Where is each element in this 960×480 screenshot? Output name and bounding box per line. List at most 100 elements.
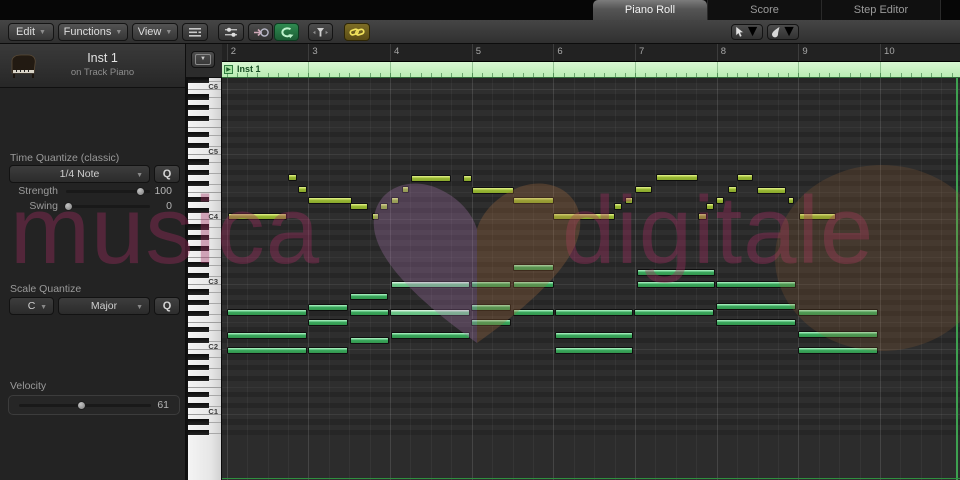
midi-note[interactable] <box>390 309 470 316</box>
midi-note[interactable] <box>513 264 554 271</box>
midi-note[interactable] <box>391 281 470 288</box>
black-key[interactable] <box>188 392 209 398</box>
black-key[interactable] <box>188 289 209 295</box>
black-key[interactable] <box>188 207 209 214</box>
midi-note[interactable] <box>716 303 796 310</box>
black-key[interactable] <box>188 169 209 176</box>
midi-note[interactable] <box>728 186 737 193</box>
brush-tool-button[interactable]: ▼ <box>767 23 799 40</box>
midi-note[interactable] <box>637 281 715 288</box>
swing-slider-thumb[interactable] <box>63 202 73 211</box>
black-key[interactable] <box>188 310 209 317</box>
pointer-tool-button[interactable]: ▼ <box>731 23 763 40</box>
functions-menu-button[interactable]: Functions ▼ <box>58 23 128 41</box>
black-key[interactable] <box>188 272 209 279</box>
black-key[interactable] <box>188 299 209 306</box>
piano-keyboard[interactable]: C1 C2 C3 C4 C5 C6 <box>186 78 222 480</box>
midi-note[interactable] <box>288 174 297 181</box>
midi-note[interactable] <box>402 186 409 193</box>
midi-note[interactable] <box>798 347 878 354</box>
tab-score[interactable]: Score <box>707 0 821 20</box>
note-grid[interactable] <box>222 78 960 480</box>
black-key[interactable] <box>188 429 209 436</box>
black-key[interactable] <box>188 262 209 268</box>
view-menu-button[interactable]: View ▼ <box>132 23 178 41</box>
black-key[interactable] <box>188 419 209 425</box>
black-key[interactable] <box>188 375 209 382</box>
black-key[interactable] <box>188 337 209 344</box>
black-key[interactable] <box>188 402 209 409</box>
velocity-slider[interactable] <box>19 401 151 410</box>
midi-note[interactable] <box>380 203 388 210</box>
black-key[interactable] <box>188 327 209 333</box>
midi-note[interactable] <box>656 174 698 181</box>
midi-filter-button[interactable] <box>308 23 333 41</box>
midi-note[interactable] <box>625 197 633 204</box>
midi-note[interactable] <box>350 293 388 300</box>
time-quantize-apply-button[interactable]: Q <box>154 165 180 183</box>
midi-note[interactable] <box>757 187 786 194</box>
scale-mode-dropdown[interactable]: Major ▼ <box>58 297 150 315</box>
midi-note[interactable] <box>614 203 622 210</box>
midi-note[interactable] <box>471 281 511 288</box>
black-key[interactable] <box>188 115 209 122</box>
catch-playhead-button[interactable] <box>274 23 299 41</box>
midi-note[interactable] <box>553 213 615 220</box>
black-key[interactable] <box>188 159 209 165</box>
black-key[interactable] <box>188 94 209 100</box>
midi-note[interactable] <box>799 213 836 220</box>
bar-ruler[interactable]: 2 3 4 5 6 7 8 9 10 <box>222 44 960 62</box>
midi-note[interactable] <box>635 186 652 193</box>
midi-note[interactable] <box>513 197 554 204</box>
midi-note[interactable] <box>372 213 379 220</box>
midi-note[interactable] <box>463 175 472 182</box>
midi-note[interactable] <box>308 319 348 326</box>
time-quantize-dropdown[interactable]: 1/4 Note ▼ <box>9 165 150 183</box>
midi-note[interactable] <box>308 304 348 311</box>
midi-region-lane[interactable]: ▶ Inst 1 <box>222 62 960 78</box>
black-key[interactable] <box>188 104 209 111</box>
midi-note[interactable] <box>513 281 554 288</box>
strength-slider[interactable] <box>66 187 150 196</box>
midi-note[interactable] <box>471 304 511 311</box>
tab-step-editor[interactable]: Step Editor <box>821 0 941 20</box>
black-key[interactable] <box>188 234 209 241</box>
velocity-slider-thumb[interactable] <box>77 401 87 410</box>
black-key[interactable] <box>188 224 209 230</box>
midi-note[interactable] <box>716 197 724 204</box>
black-key[interactable] <box>188 354 209 360</box>
midi-note[interactable] <box>472 187 514 194</box>
tab-piano-roll[interactable]: Piano Roll <box>593 0 707 20</box>
midi-note[interactable] <box>716 281 796 288</box>
midi-note[interactable] <box>798 331 878 338</box>
midi-note[interactable] <box>471 319 511 326</box>
view-options-button[interactable]: ▼ <box>191 51 215 68</box>
midi-note[interactable] <box>227 347 307 354</box>
midi-note[interactable] <box>513 309 554 316</box>
midi-note[interactable] <box>698 213 707 220</box>
black-key[interactable] <box>188 180 209 187</box>
midi-note[interactable] <box>788 197 794 204</box>
swing-slider[interactable] <box>63 202 150 211</box>
midi-note[interactable] <box>555 332 633 339</box>
midi-note[interactable] <box>350 203 368 210</box>
midi-note[interactable] <box>706 203 714 210</box>
midi-note[interactable] <box>634 309 714 316</box>
midi-note[interactable] <box>737 174 753 181</box>
midi-note[interactable] <box>227 309 307 316</box>
link-button[interactable] <box>344 23 370 41</box>
midi-note[interactable] <box>391 332 470 339</box>
scale-quantize-apply-button[interactable]: Q <box>154 297 180 315</box>
black-key[interactable] <box>188 245 209 252</box>
midi-note[interactable] <box>716 319 796 326</box>
midi-note[interactable] <box>411 175 451 182</box>
midi-note[interactable] <box>298 186 307 193</box>
black-key[interactable] <box>188 197 209 203</box>
midi-in-button[interactable] <box>248 23 273 41</box>
midi-note[interactable] <box>391 197 399 204</box>
midi-note[interactable] <box>798 309 878 316</box>
midi-note[interactable] <box>350 309 389 316</box>
view-list-button[interactable] <box>182 23 208 41</box>
strength-slider-thumb[interactable] <box>135 187 145 196</box>
black-key[interactable] <box>188 142 209 149</box>
